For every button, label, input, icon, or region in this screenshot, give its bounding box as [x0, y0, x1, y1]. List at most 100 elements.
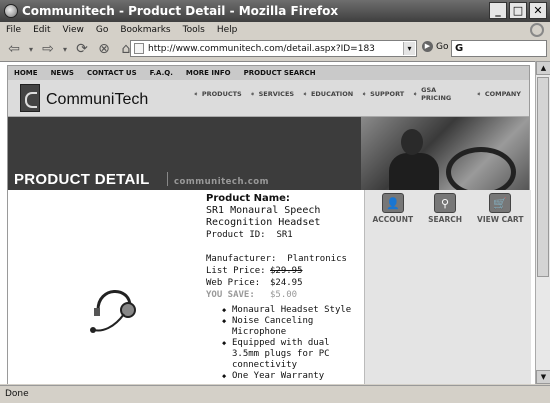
go-label: Go — [436, 41, 449, 52]
firefox-icon — [4, 4, 18, 18]
sitenav-label: GSA PRICING — [421, 86, 452, 102]
manufacturer-label: Manufacturer: — [206, 254, 277, 264]
minimize-button[interactable]: _ — [489, 2, 507, 19]
list-price-row: List Price: $29.95 — [206, 265, 362, 277]
feature-list: Monaural Headset Style Noise Canceling M… — [222, 305, 362, 382]
you-save-value: $5.00 — [270, 290, 298, 300]
scroll-up-icon[interactable]: ▲ — [536, 61, 550, 75]
topnav-news[interactable]: NEWS — [51, 69, 74, 77]
maximize-button[interactable]: □ — [509, 2, 527, 19]
menu-bookmarks[interactable]: Bookmarks — [120, 25, 170, 35]
manufacturer-row: Manufacturer: Plantronics — [206, 253, 362, 265]
go-button[interactable]: ▶ Go — [422, 41, 448, 52]
account-button[interactable]: 👤 ACCOUNT — [372, 193, 413, 224]
sitenav-education[interactable]: ➧ EDUCATION — [302, 86, 353, 102]
communitech-logo-icon[interactable] — [20, 84, 40, 112]
arrow-right-icon: ➧ — [302, 90, 308, 98]
banner-domain: communitech.com — [174, 177, 269, 187]
web-price-value: $24.95 — [270, 278, 303, 288]
action-sidebar: 👤 ACCOUNT ⚲ SEARCH 🛒 VIEW CART — [364, 190, 531, 384]
sitenav-label: PRODUCTS — [201, 90, 242, 98]
web-price-row: Web Price: $24.95 — [206, 277, 362, 289]
sitenav-label: SUPPORT — [370, 90, 405, 98]
navigation-toolbar: ⇦ ▾ ⇨ ▾ ⟳ ⊗ ⌂ http://www.communitech.com… — [0, 38, 550, 60]
site-nav: ➧ PRODUCTS ➧ SERVICES ➧ EDUCATION ➧ SUPPORT … — [193, 86, 529, 102]
sitenav-products[interactable]: ➧ PRODUCTS — [193, 86, 242, 102]
forward-dropdown-icon[interactable]: ▾ — [60, 40, 70, 58]
page-banner: PRODUCT DETAIL communitech.com — [8, 117, 529, 197]
product-name: SR1 Monaural Speech Recognition Headset — [206, 205, 321, 228]
list-item: One Year Warranty — [222, 371, 362, 382]
scroll-thumb[interactable] — [537, 77, 549, 277]
search-icon: ⚲ — [434, 193, 457, 213]
vertical-scrollbar[interactable]: ▲ ▼ — [535, 61, 550, 384]
web-price-label: Web Price: — [206, 278, 261, 288]
status-bar: Done — [0, 385, 550, 403]
you-save-row: YOU SAVE: $5.00 — [206, 289, 362, 301]
back-dropdown-icon[interactable]: ▾ — [26, 40, 36, 58]
view-cart-label: VIEW CART — [477, 215, 524, 224]
menu-file[interactable]: File — [6, 25, 21, 35]
sitenav-company[interactable]: ➧ COMPANY — [476, 86, 521, 102]
search-button[interactable]: ⚲ SEARCH — [428, 193, 462, 224]
stop-icon[interactable]: ⊗ — [94, 40, 114, 58]
you-save-label: YOU SAVE: — [206, 290, 255, 300]
logo-row: CommuniTech ➧ PRODUCTS ➧ SERVICES ➧ EDUCATI… — [8, 80, 529, 117]
arrow-right-icon: ➧ — [361, 90, 368, 98]
window-title: Communitech - Product Detail - Mozilla F… — [22, 4, 339, 18]
sitenav-label: EDUCATION — [310, 90, 354, 98]
view-cart-button[interactable]: 🛒 VIEW CART — [477, 193, 523, 224]
product-content: Product Name: SR1 Monaural Speech Recogn… — [8, 190, 531, 384]
close-button[interactable]: ✕ — [529, 2, 547, 19]
logo-text[interactable]: CommuniTech — [46, 91, 148, 109]
address-url[interactable]: http://www.communitech.com/detail.aspx?I… — [148, 44, 375, 54]
search-label: SEARCH — [428, 215, 463, 224]
driver-head — [401, 129, 423, 155]
address-bar[interactable]: http://www.communitech.com/detail.aspx?I… — [130, 40, 417, 57]
headset-image — [90, 290, 136, 333]
sitenav-gsa-pricing[interactable]: ➧ GSA PRICING — [412, 86, 468, 102]
top-nav: HOME NEWS CONTACT US F.A.Q. MORE INFO PR… — [8, 66, 529, 80]
sitenav-label: COMPANY — [484, 90, 521, 98]
banner-photo — [361, 117, 529, 197]
menu-edit[interactable]: Edit — [33, 25, 50, 35]
driver-body — [389, 153, 439, 190]
scroll-down-icon[interactable]: ▼ — [536, 370, 550, 384]
cart-icon: 🛒 — [489, 193, 512, 213]
topnav-more-info[interactable]: MORE INFO — [186, 69, 231, 77]
web-page: HOME NEWS CONTACT US F.A.Q. MORE INFO PR… — [7, 65, 531, 384]
menu-help[interactable]: Help — [217, 25, 238, 35]
list-price-label: List Price: — [206, 266, 266, 276]
arrow-right-icon: ➧ — [193, 90, 199, 98]
product-image-column — [8, 190, 204, 384]
title-divider — [167, 172, 168, 186]
menu-go[interactable]: Go — [96, 25, 108, 35]
menu-bar: File Edit View Go Bookmarks Tools Help — [0, 22, 550, 38]
status-text: Done — [5, 389, 29, 399]
back-arrow-icon[interactable]: ⇦ — [4, 40, 24, 58]
account-label: ACCOUNT — [372, 215, 414, 224]
reload-icon[interactable]: ⟳ — [72, 40, 92, 58]
menu-view[interactable]: View — [63, 25, 84, 35]
arrow-right-icon: ➧ — [249, 90, 256, 98]
forward-arrow-icon[interactable]: ⇨ — [38, 40, 58, 58]
address-dropdown-icon[interactable]: ▾ — [403, 42, 415, 55]
topnav-home[interactable]: HOME — [14, 69, 38, 77]
topnav-faq[interactable]: F.A.Q. — [150, 69, 173, 77]
list-item: Monaural Headset Style — [222, 305, 362, 316]
menu-tools[interactable]: Tools — [183, 25, 205, 35]
go-arrow-icon: ▶ — [422, 41, 433, 52]
sitenav-services[interactable]: ➧ SERVICES — [250, 86, 294, 102]
page-icon — [134, 43, 144, 54]
throbber-icon — [530, 23, 544, 37]
search-input[interactable]: G — [451, 40, 547, 57]
topnav-contact-us[interactable]: CONTACT US — [87, 69, 137, 77]
list-price-value: $29.95 — [270, 266, 303, 276]
topnav-product-search[interactable]: PRODUCT SEARCH — [244, 69, 316, 77]
sitenav-label: SERVICES — [258, 90, 295, 98]
page-viewport: HOME NEWS CONTACT US F.A.Q. MORE INFO PR… — [0, 61, 535, 384]
sitenav-support[interactable]: ➧ SUPPORT — [361, 86, 404, 102]
window-titlebar: Communitech - Product Detail - Mozilla F… — [0, 0, 550, 22]
page-title: PRODUCT DETAIL — [14, 171, 150, 188]
product-name-label: Product Name: — [206, 193, 290, 204]
